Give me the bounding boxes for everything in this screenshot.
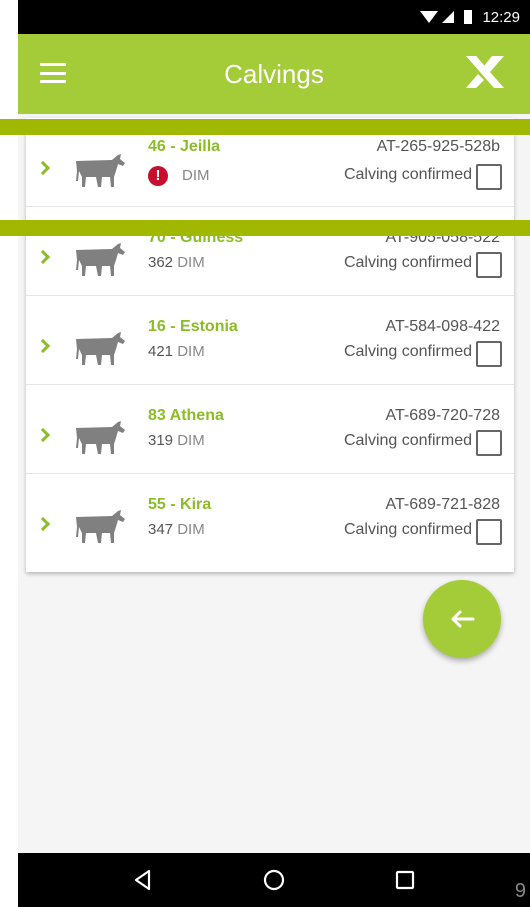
cow-icon bbox=[76, 332, 125, 365]
calving-status: Calving confirmed bbox=[343, 432, 472, 449]
calving-confirmed-checkbox[interactable] bbox=[476, 164, 502, 190]
overlay-line-top bbox=[0, 119, 530, 135]
status-bar: 12:29 bbox=[18, 0, 530, 34]
chevron-right-icon[interactable] bbox=[35, 160, 51, 176]
calving-confirmed-checkbox[interactable] bbox=[476, 430, 502, 456]
signal-icon bbox=[442, 11, 455, 23]
alert-icon: ! bbox=[148, 166, 168, 186]
ear-tag: AT-584-098-422 bbox=[385, 318, 500, 335]
cow-name: 83 Athena bbox=[148, 407, 224, 424]
system-nav-bar bbox=[18, 853, 530, 907]
home-circle-icon[interactable] bbox=[262, 868, 286, 892]
page-number: 9 bbox=[514, 880, 526, 902]
wifi-icon bbox=[420, 11, 439, 23]
dim-value: 362 DIM bbox=[148, 254, 205, 271]
cow-icon bbox=[76, 421, 125, 454]
dim-value: 319 DIM bbox=[148, 432, 205, 449]
app-bar: Calvings bbox=[18, 34, 530, 114]
brand-logo-icon bbox=[466, 56, 504, 88]
chevron-right-icon[interactable] bbox=[35, 249, 51, 265]
calving-confirmed-checkbox[interactable] bbox=[476, 252, 502, 278]
phone-screen: 12:29 Calvings 46 - Jeilla ! DIM AT-265-9… bbox=[18, 0, 530, 907]
menu-icon[interactable] bbox=[40, 63, 66, 83]
arrow-left-icon bbox=[451, 610, 475, 628]
list-item[interactable]: 55 - Kira 347 DIM AT-689-721-828 Calving… bbox=[26, 474, 514, 563]
back-fab-button[interactable] bbox=[423, 580, 501, 658]
dim-value: ! DIM bbox=[148, 166, 210, 186]
chevron-right-icon[interactable] bbox=[35, 427, 51, 443]
calving-status: Calving confirmed bbox=[343, 254, 472, 271]
cow-name: 55 - Kira bbox=[148, 496, 212, 513]
ear-tag: AT-689-720-728 bbox=[385, 407, 500, 424]
calving-confirmed-checkbox[interactable] bbox=[476, 519, 502, 545]
list-item[interactable]: 83 Athena 319 DIM AT-689-720-728 Calving… bbox=[26, 385, 514, 474]
calving-confirmed-checkbox[interactable] bbox=[476, 341, 502, 367]
back-triangle-icon[interactable] bbox=[131, 868, 155, 892]
page-title: Calvings bbox=[224, 58, 324, 89]
chevron-right-icon[interactable] bbox=[35, 338, 51, 354]
cow-icon bbox=[76, 154, 125, 187]
calving-status: Calving confirmed bbox=[343, 166, 472, 183]
chevron-right-icon[interactable] bbox=[35, 516, 51, 532]
ear-tag: AT-689-721-828 bbox=[385, 496, 500, 513]
calvings-list: 46 - Jeilla ! DIM AT-265-925-528b Calving… bbox=[26, 118, 514, 572]
cow-name: 16 - Estonia bbox=[148, 318, 238, 335]
cow-icon bbox=[76, 243, 125, 276]
status-time: 12:29 bbox=[482, 8, 520, 26]
overlay-line-bottom bbox=[0, 220, 530, 236]
calving-status: Calving confirmed bbox=[343, 521, 472, 538]
cow-name: 46 - Jeilla bbox=[148, 138, 221, 155]
ear-tag: AT-265-925-528b bbox=[376, 138, 500, 155]
recents-square-icon[interactable] bbox=[393, 868, 417, 892]
battery-icon bbox=[464, 10, 473, 24]
calving-status: Calving confirmed bbox=[343, 343, 472, 360]
dim-value: 347 DIM bbox=[148, 521, 205, 538]
dim-value: 421 DIM bbox=[148, 343, 205, 360]
list-item[interactable]: 16 - Estonia 421 DIM AT-584-098-422 Calv… bbox=[26, 296, 514, 385]
cow-icon bbox=[76, 510, 125, 543]
